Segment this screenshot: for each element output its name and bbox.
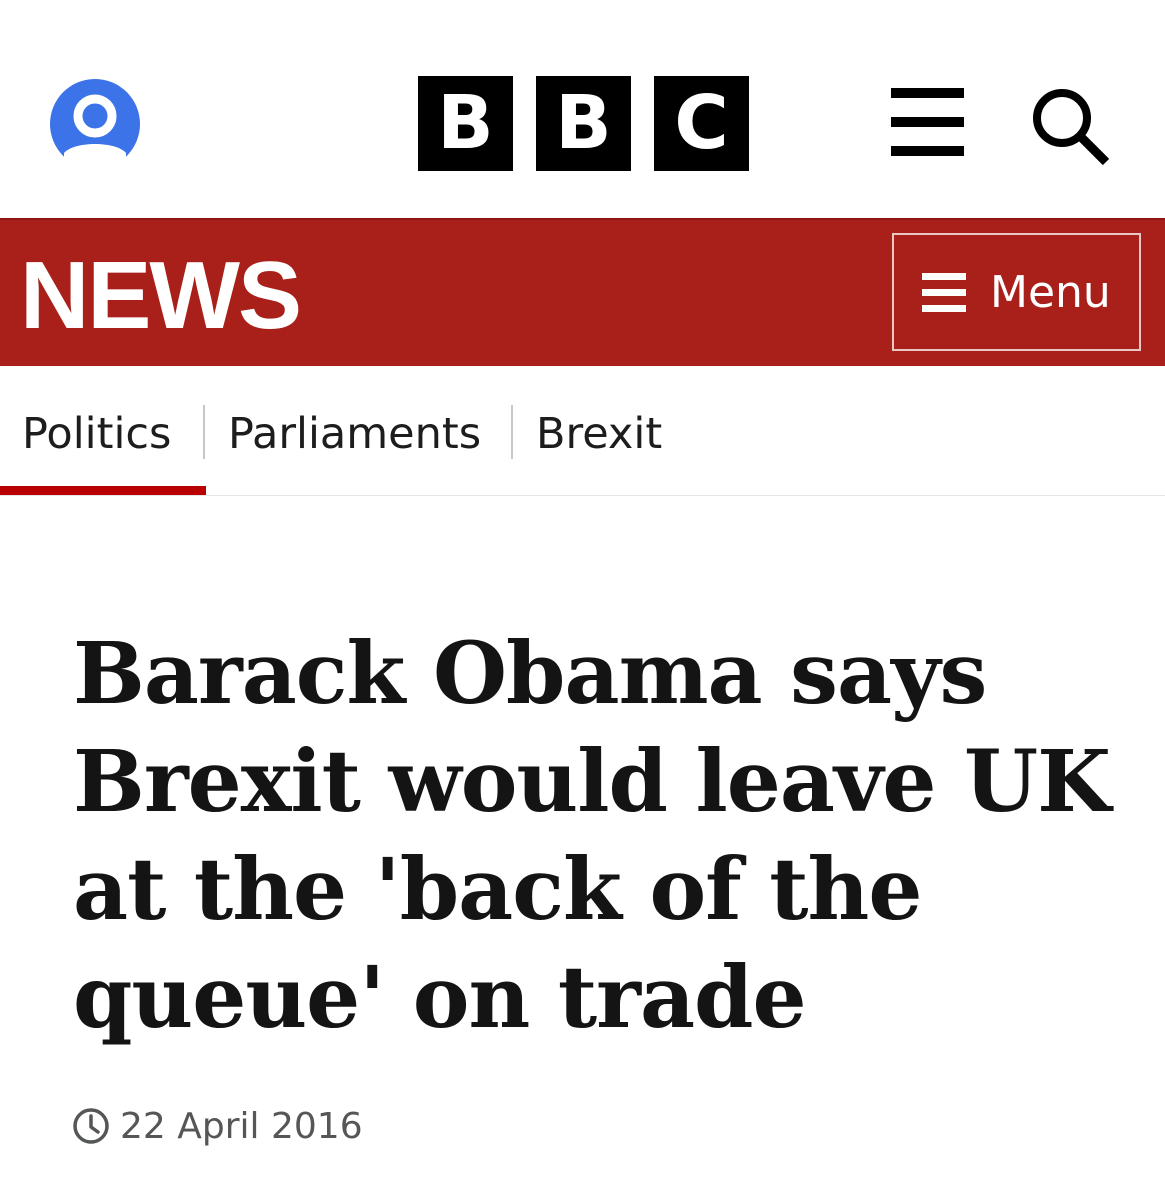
article-dateline: 22 April 2016: [72, 1101, 363, 1151]
user-account-icon[interactable]: [50, 79, 140, 169]
breadcrumb-divider: [511, 405, 513, 459]
top-bar: B B C: [0, 0, 1165, 218]
clock-icon: [73, 1108, 109, 1144]
breadcrumb-item-brexit[interactable]: Brexit: [536, 404, 662, 464]
bbc-logo-letter: B: [536, 76, 631, 171]
menu-button[interactable]: Menu: [892, 233, 1141, 351]
article-headline: Barack Obama says Brexit would leave UK …: [73, 624, 1111, 1048]
bbc-logo-letter: B: [418, 76, 513, 171]
breadcrumb-item-parliaments[interactable]: Parliaments: [228, 404, 481, 464]
bbc-logo[interactable]: B B C: [418, 76, 749, 171]
breadcrumb: Politics Parliaments Brexit: [0, 366, 1165, 496]
hamburger-menu-icon[interactable]: [891, 88, 964, 156]
menu-icon: [922, 272, 966, 312]
bbc-logo-letter: C: [654, 76, 749, 171]
news-bar: NEWS Menu: [0, 218, 1165, 366]
article-date: 22 April 2016: [120, 1105, 363, 1147]
search-icon[interactable]: [1030, 86, 1112, 168]
breadcrumb-item-politics[interactable]: Politics: [22, 404, 171, 464]
breadcrumb-divider: [203, 405, 205, 459]
menu-label: Menu: [990, 266, 1111, 318]
news-title[interactable]: NEWS: [20, 246, 302, 346]
active-tab-indicator: [0, 486, 206, 495]
